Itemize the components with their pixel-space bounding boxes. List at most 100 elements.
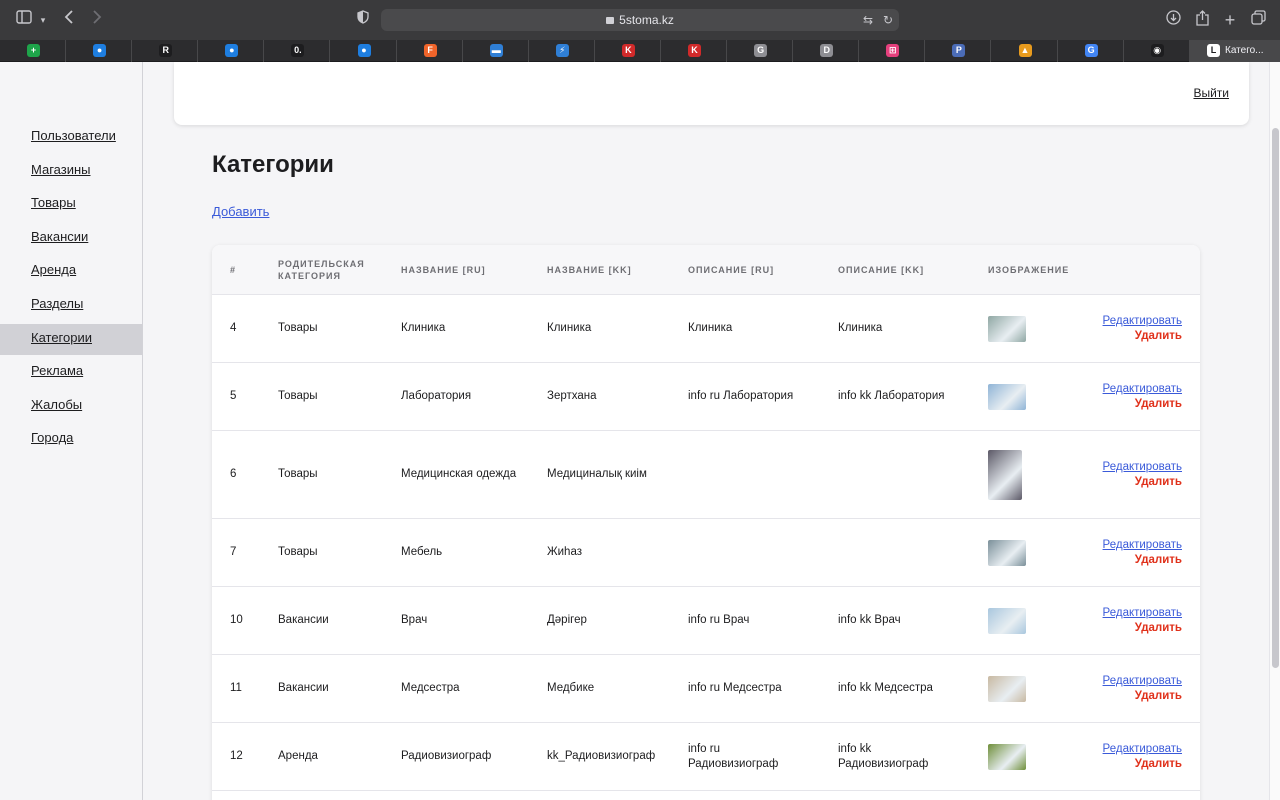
add-category-link[interactable]: Добавить (212, 204, 269, 219)
sidebar-item-label[interactable]: Товары (31, 195, 76, 210)
table-row: 7 Товары Мебель Жиһаз Редактировать Удалить (212, 519, 1200, 587)
back-icon[interactable] (62, 10, 76, 30)
sidebar-item-label[interactable]: Категории (31, 330, 92, 345)
browser-tab[interactable]: + (0, 40, 66, 62)
delete-link[interactable]: Удалить (1135, 622, 1182, 634)
forward-icon[interactable] (90, 10, 104, 30)
tab-favicon-icon: K (621, 44, 635, 57)
row-description-kk: info kk Врач (838, 614, 901, 626)
sidebar-item-label[interactable]: Аренда (31, 262, 76, 277)
share-icon[interactable] (1194, 10, 1210, 30)
new-tab-icon[interactable]: + (1222, 10, 1238, 30)
row-name-ru: Клиника (401, 322, 446, 334)
browser-tab[interactable]: G (727, 40, 794, 62)
row-description-ru (688, 519, 813, 586)
browser-tab[interactable]: ⊞ (859, 40, 926, 62)
row-name-ru: Медицинская одежда (401, 468, 517, 480)
delete-link[interactable]: Удалить (1135, 554, 1182, 566)
sidebar-item[interactable]: Разделы (0, 290, 142, 321)
row-id: 11 (230, 682, 242, 694)
browser-tab[interactable]: ▲ (992, 40, 1058, 62)
browser-tab[interactable]: K (661, 40, 727, 62)
column-header: # (230, 265, 237, 275)
browser-tab[interactable]: ● (331, 40, 397, 62)
tab-overview-icon[interactable] (1250, 10, 1266, 30)
delete-link[interactable]: Удалить (1135, 398, 1182, 410)
sidebar-item-label[interactable]: Реклама (31, 363, 83, 378)
row-name-ru: Лаборатория (401, 390, 472, 402)
tab-favicon-icon: ● (225, 44, 239, 57)
sidebar-item[interactable]: Категории (0, 323, 142, 355)
sidebar-item-label[interactable]: Разделы (31, 296, 83, 311)
delete-link[interactable]: Удалить (1135, 476, 1182, 488)
column-header: РОДИТЕЛЬСКАЯ КАТЕГОРИЯ (278, 259, 365, 281)
row-name-kk: Зертхана (547, 390, 597, 402)
sidebar-toggle-icon[interactable] (16, 10, 32, 30)
browser-tab[interactable]: G (1058, 40, 1124, 62)
sidebar-item[interactable]: Вакансии (0, 223, 142, 254)
row-actions: Редактировать Удалить (1103, 587, 1182, 654)
reload-icon[interactable]: ↻ (883, 9, 893, 31)
edit-link[interactable]: Редактировать (1103, 383, 1182, 395)
tab-favicon-icon: + (27, 44, 40, 57)
shield-icon[interactable] (356, 10, 370, 30)
sidebar-item-label[interactable]: Города (31, 430, 73, 445)
browser-tab[interactable]: R (132, 40, 199, 62)
browser-tab[interactable]: ⚡ (529, 40, 595, 62)
page-scrollbar[interactable] (1269, 62, 1280, 800)
download-icon[interactable] (1165, 10, 1181, 30)
edit-link[interactable]: Редактировать (1103, 315, 1182, 327)
sidebar-item[interactable]: Аренда (0, 256, 142, 287)
sidebar-item[interactable]: Товары (0, 189, 142, 220)
row-description-kk: info kk Радиовизиограф (838, 742, 929, 770)
row-description-kk: Клиника (838, 322, 883, 334)
browser-tab[interactable]: ● (198, 40, 265, 62)
row-parent-category: Вакансии (278, 682, 329, 694)
sidebar-item-label[interactable]: Пользователи (31, 128, 116, 143)
row-actions: Редактировать Удалить (1103, 295, 1182, 362)
doctor-photo (988, 607, 1026, 634)
column-header: НАЗВАНИЕ [KK] (547, 265, 632, 275)
sidebar-item[interactable]: Магазины (0, 156, 142, 187)
browser-tab[interactable]: ● (66, 40, 133, 62)
edit-link[interactable]: Редактировать (1103, 743, 1182, 755)
browser-tab[interactable]: K (595, 40, 661, 62)
edit-link[interactable]: Редактировать (1103, 675, 1182, 687)
sidebar-item[interactable]: Города (0, 424, 142, 455)
row-description-ru: Клиника (688, 322, 733, 334)
browser-tab[interactable]: F (397, 40, 463, 62)
logout-link[interactable]: Выйти (1193, 86, 1229, 100)
chevron-down-icon[interactable]: ▾ (38, 10, 48, 30)
edit-link[interactable]: Редактировать (1103, 461, 1182, 473)
browser-tab[interactable]: P (925, 40, 992, 62)
browser-tab[interactable]: D (793, 40, 860, 62)
address-bar[interactable]: 5stoma.kz ⇆ ↻ (381, 9, 899, 31)
sidebar-item-label[interactable]: Вакансии (31, 229, 88, 244)
row-name-ru: Мебель (401, 546, 443, 558)
sidebar-item[interactable]: Реклама (0, 357, 142, 388)
row-id: 7 (230, 546, 237, 558)
edit-link[interactable]: Редактировать (1103, 607, 1182, 619)
tab-favicon-icon: ⚡ (555, 44, 569, 57)
browser-tab[interactable]: ▬ (463, 40, 529, 62)
sidebar-item[interactable]: Пользователи (0, 122, 142, 153)
delete-link[interactable]: Удалить (1135, 330, 1182, 342)
translate-icon[interactable]: ⇆ (863, 9, 873, 31)
browser-tab[interactable]: ◉ (1124, 40, 1190, 62)
sidebar-item-label[interactable]: Жалобы (31, 397, 82, 412)
row-parent-category: Товары (278, 390, 318, 402)
row-actions: Редактировать Удалить (1103, 519, 1182, 586)
row-parent-category: Аренда (278, 750, 318, 762)
row-description-ru: info ru Лаборатория (688, 390, 794, 402)
active-browser-tab[interactable]: L Катего... (1189, 40, 1280, 62)
sidebar-item-label[interactable]: Магазины (31, 162, 91, 177)
sidebar-item[interactable]: Жалобы (0, 391, 142, 422)
row-name-kk: Медбике (547, 682, 595, 694)
browser-tab[interactable]: 0. (264, 40, 331, 62)
delete-link[interactable]: Удалить (1135, 690, 1182, 702)
delete-link[interactable]: Удалить (1135, 758, 1182, 770)
scrollbar-thumb[interactable] (1272, 128, 1279, 668)
tab-favicon-icon: R (159, 44, 173, 57)
edit-link[interactable]: Редактировать (1103, 539, 1182, 551)
column-header: НАЗВАНИЕ [RU] (401, 265, 486, 275)
